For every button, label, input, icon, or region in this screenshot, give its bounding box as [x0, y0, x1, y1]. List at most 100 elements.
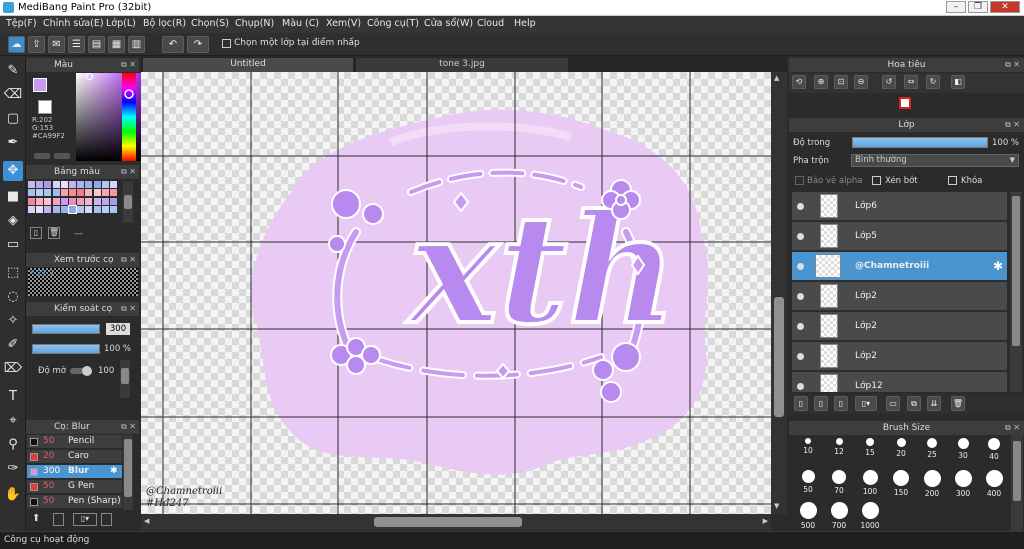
- brush-size-option[interactable]: 70: [826, 470, 852, 495]
- layer-list-scrollbar[interactable]: [1010, 192, 1022, 392]
- palette-swatch[interactable]: [36, 214, 44, 222]
- new-layer-icon[interactable]: ▯: [794, 396, 808, 411]
- layer-row[interactable]: Lớp12: [792, 372, 1007, 392]
- redo-icon[interactable]: ↷: [187, 36, 209, 53]
- color-mode-button[interactable]: [34, 153, 50, 159]
- merge-layer-icon[interactable]: ⇊: [927, 396, 941, 411]
- brush-size-slider[interactable]: [32, 324, 100, 334]
- vertical-scroll-thumb[interactable]: [774, 297, 784, 417]
- palette-swatch[interactable]: [77, 214, 85, 222]
- menu-edit[interactable]: Chỉnh sửa(E): [43, 18, 104, 29]
- maximize-icon[interactable]: ❐: [968, 1, 988, 13]
- palette-swatch[interactable]: [69, 214, 76, 222]
- eyedropper-tool-icon[interactable]: ⚲: [3, 435, 23, 455]
- palette-swatch[interactable]: [44, 214, 52, 222]
- gradient-tool-icon[interactable]: ▭: [3, 235, 23, 255]
- panel-icon[interactable]: ▥: [128, 36, 145, 53]
- undo-icon[interactable]: ↶: [162, 36, 184, 53]
- navigator-close-icon[interactable]: ⧉ ✕: [1005, 58, 1020, 72]
- palette-swatch[interactable]: [93, 206, 101, 214]
- palette-swatch[interactable]: [60, 181, 68, 188]
- color-mode-button-2[interactable]: [54, 153, 70, 159]
- brush-control-scroll-thumb[interactable]: [121, 368, 129, 384]
- delete-layer-icon[interactable]: 🗑: [951, 396, 965, 411]
- menu-window[interactable]: Cửa sổ(W): [424, 18, 473, 29]
- palette-swatch[interactable]: [28, 214, 35, 222]
- palette-swatch[interactable]: [69, 181, 76, 188]
- brush-size-option[interactable]: 30: [950, 438, 976, 460]
- rectangle-tool-icon[interactable]: ▢: [3, 109, 23, 129]
- palette-close-icon[interactable]: ⧉ ✕: [121, 165, 136, 179]
- layer-visibility-icon[interactable]: [797, 353, 804, 360]
- protect-alpha-checkbox[interactable]: [795, 176, 804, 185]
- minimize-icon[interactable]: –: [946, 1, 966, 13]
- fit-icon[interactable]: ⊡: [834, 75, 848, 89]
- brush-list-item[interactable]: 300 Blur ✱: [27, 465, 122, 479]
- palette-swatch[interactable]: [69, 197, 76, 205]
- tab-tone3[interactable]: tone 3.jpg: [356, 58, 568, 72]
- scroll-down-icon[interactable]: ▼: [774, 502, 779, 510]
- mirror-icon[interactable]: ◧: [951, 75, 965, 89]
- zoom-out-icon[interactable]: ⊖: [854, 75, 868, 89]
- canvas-horizontal-scrollbar[interactable]: ◀ ▶: [141, 514, 771, 530]
- brush-size-option[interactable]: 10: [795, 438, 821, 455]
- brush-size-option[interactable]: 500: [795, 502, 821, 530]
- layer-row[interactable]: Lớp6: [792, 192, 1007, 221]
- brush-add-icon[interactable]: ⬆: [32, 513, 45, 526]
- tab-untitled[interactable]: Untitled: [143, 58, 353, 72]
- brush-settings-gear-icon[interactable]: ✱: [110, 466, 118, 476]
- brush-size-option[interactable]: 15: [857, 438, 883, 457]
- rotate-ccw-icon[interactable]: ↺: [882, 75, 896, 89]
- menu-filter[interactable]: Bộ lọc(R): [143, 18, 186, 29]
- palette-swatch[interactable]: [93, 214, 101, 222]
- hue-slider[interactable]: [122, 73, 136, 161]
- eraser-tool-icon[interactable]: ⌫: [3, 85, 23, 105]
- brush-control-scrollbar[interactable]: [120, 360, 130, 398]
- palette-swatch[interactable]: [77, 189, 85, 197]
- palette-swatch[interactable]: [36, 197, 44, 205]
- preview-close-icon[interactable]: ⧉ ✕: [121, 253, 136, 267]
- palette-swatch[interactable]: [52, 181, 60, 188]
- brush-size-option[interactable]: 25: [919, 438, 945, 459]
- text-icon[interactable]: ▤: [88, 36, 105, 53]
- palette-swatch[interactable]: [77, 197, 85, 205]
- palette-swatch[interactable]: [101, 189, 109, 197]
- brush-list-item[interactable]: 50 G Pen: [27, 480, 122, 494]
- dropper-tool-icon[interactable]: ✑: [3, 459, 23, 479]
- layer-visibility-icon[interactable]: [797, 293, 804, 300]
- brush-size-option[interactable]: 1000: [857, 502, 883, 530]
- folder-icon[interactable]: ▭: [886, 396, 900, 411]
- select-layer-checkbox[interactable]: [222, 39, 231, 48]
- palette-swatch[interactable]: [69, 189, 76, 197]
- palette-swatch[interactable]: [110, 189, 117, 197]
- brush-settings-icon[interactable]: [101, 513, 112, 526]
- palette-swatch[interactable]: [93, 189, 101, 197]
- layer-row[interactable]: Lớp2: [792, 282, 1007, 311]
- panel-close-icon[interactable]: ⧉ ✕: [121, 58, 136, 72]
- palette-swatch[interactable]: [28, 181, 35, 188]
- brush-control-close-icon[interactable]: ⧉ ✕: [121, 302, 136, 316]
- palette-swatch[interactable]: [85, 214, 93, 222]
- brush-size-option[interactable]: 700: [826, 502, 852, 530]
- palette-swatch[interactable]: [52, 214, 60, 222]
- brush-list-scroll-thumb[interactable]: [124, 439, 132, 497]
- navigator-preview[interactable]: [789, 94, 1024, 114]
- menu-color[interactable]: Màu (C): [282, 18, 319, 29]
- duplicate-layer-icon[interactable]: ⧉: [907, 396, 921, 411]
- new-layer-1bit-icon[interactable]: ▯: [834, 396, 848, 411]
- new-layer-8bit-icon[interactable]: ▯: [814, 396, 828, 411]
- brush-list-item[interactable]: 50 Pen (Sharp): [27, 495, 122, 509]
- sv-picker-cursor[interactable]: [86, 73, 93, 80]
- menu-layer[interactable]: Lớp(L): [106, 18, 136, 29]
- scroll-right-icon[interactable]: ▶: [763, 517, 768, 525]
- layer-list-scroll-thumb[interactable]: [1012, 196, 1020, 346]
- palette-swatch[interactable]: [101, 181, 109, 188]
- blur-slider-thumb[interactable]: [82, 366, 92, 376]
- palette-swatch[interactable]: [52, 189, 60, 197]
- background-color-swatch[interactable]: [38, 100, 52, 114]
- palette-swatch[interactable]: [60, 189, 68, 197]
- add-layer-menu-icon[interactable]: ▯▾: [855, 396, 877, 411]
- text-tool-icon[interactable]: T: [3, 387, 23, 407]
- palette-swatch[interactable]: [52, 206, 60, 214]
- blend-mode-select[interactable]: Bình thường ▼: [851, 154, 1019, 167]
